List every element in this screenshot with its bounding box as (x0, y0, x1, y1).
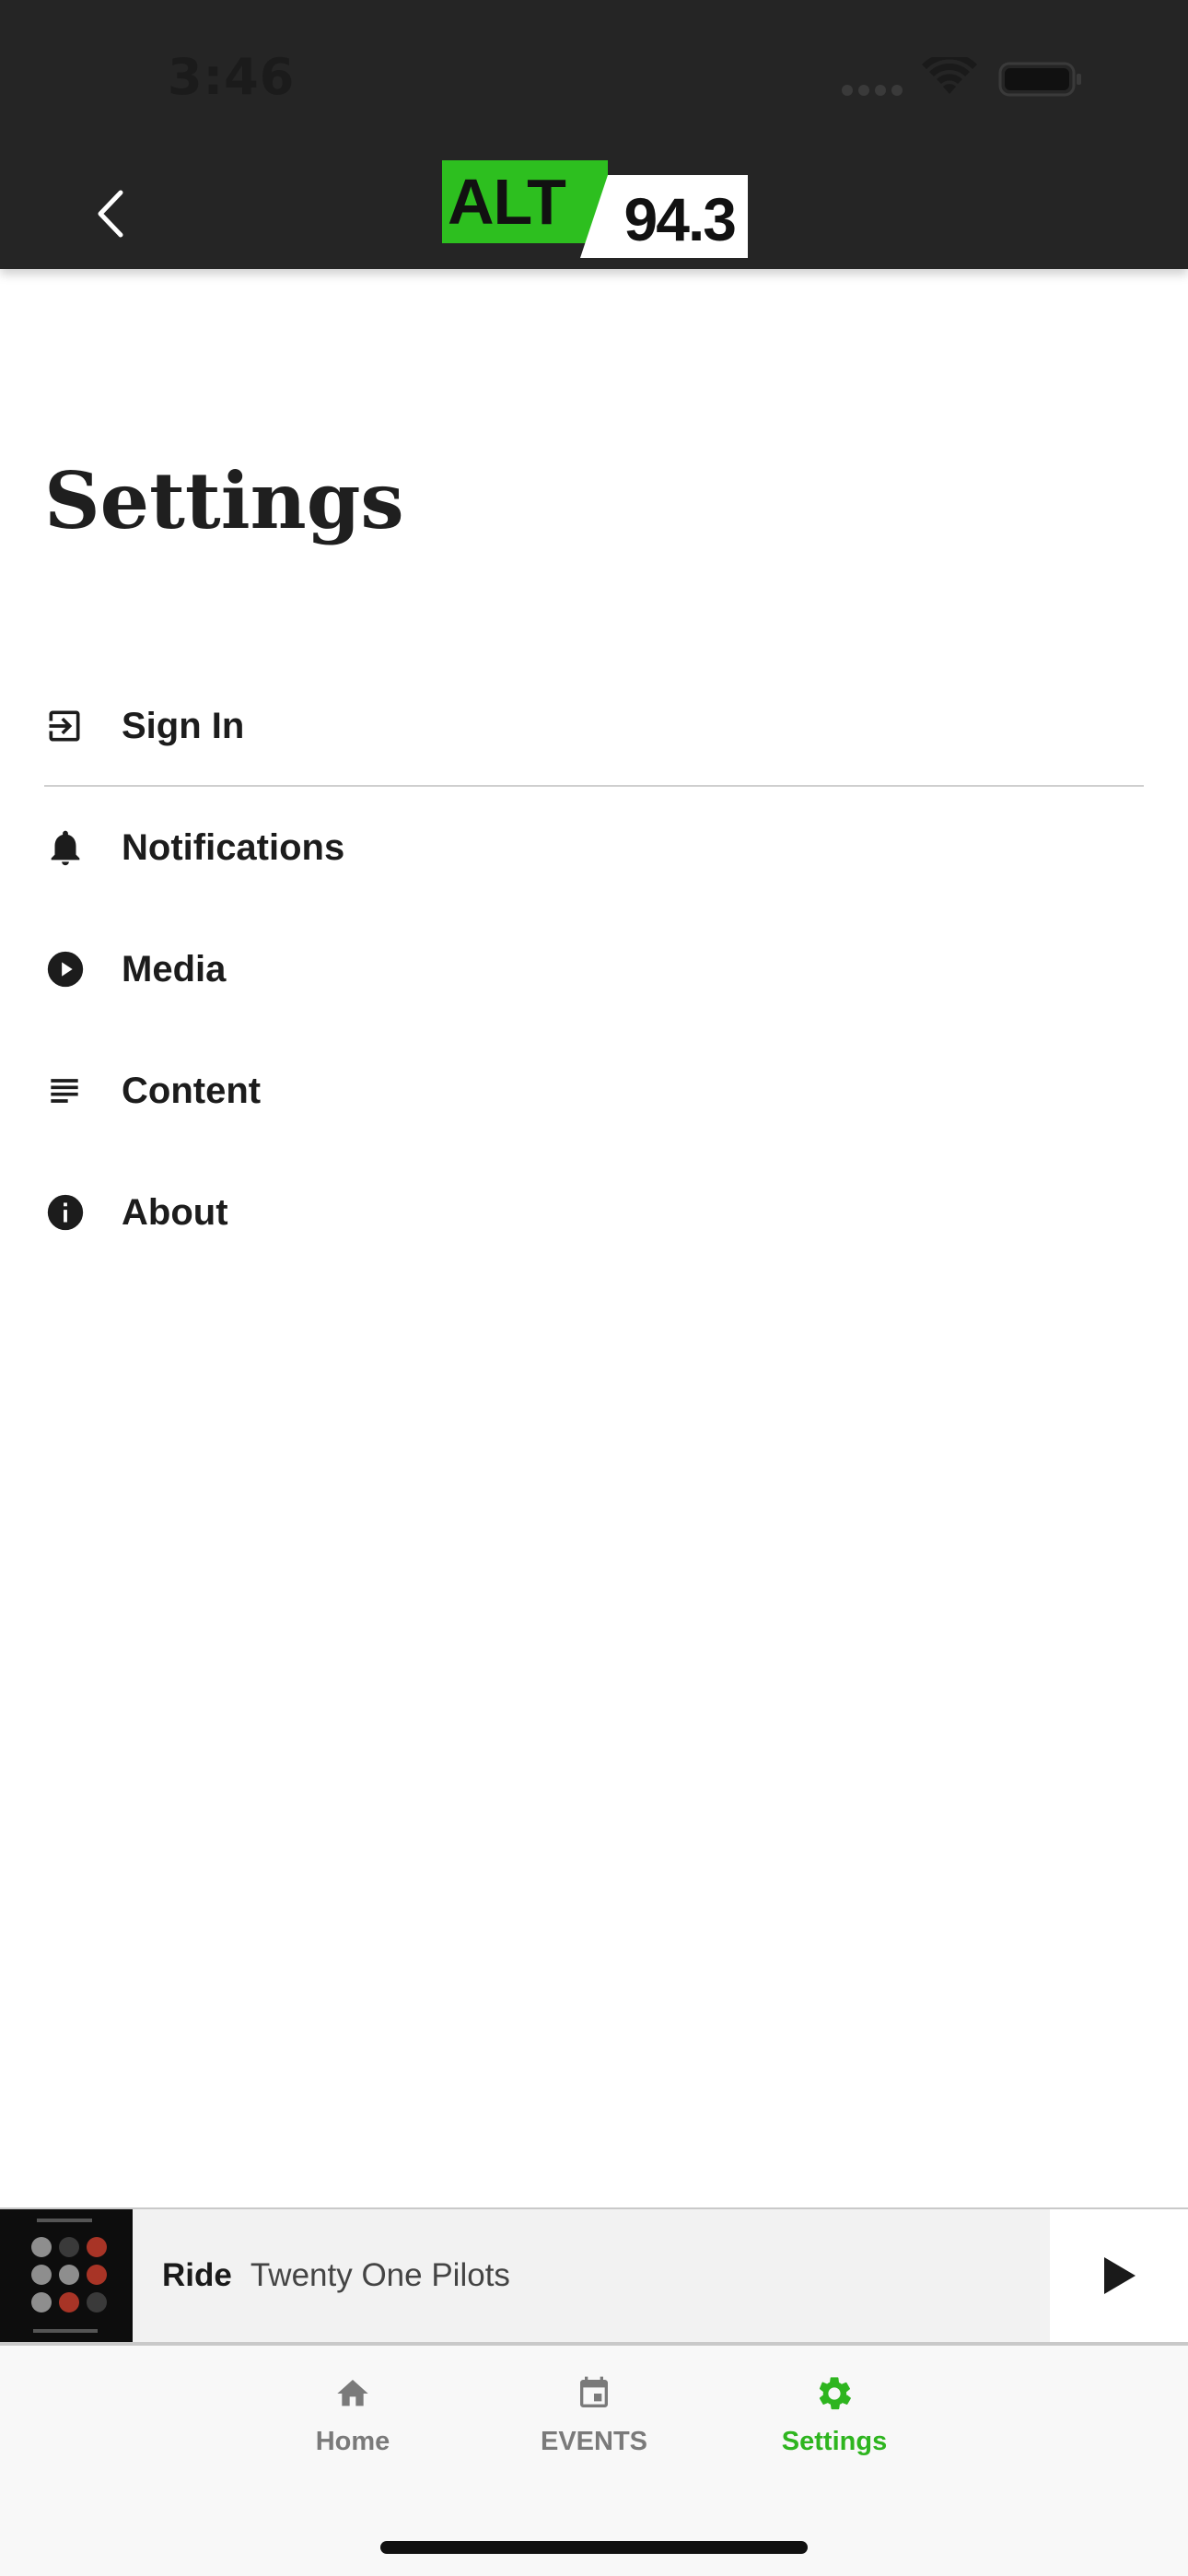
list-lines-icon (44, 1063, 99, 1118)
gear-icon (814, 2373, 855, 2414)
play-button[interactable] (1050, 2209, 1188, 2342)
cellular-signal-icon (842, 85, 903, 96)
settings-item-notifications[interactable]: Notifications (44, 787, 1144, 908)
calendar-icon (574, 2373, 614, 2414)
album-art (0, 2209, 133, 2342)
logo-frequency-text: 94.3 (580, 175, 748, 258)
chevron-left-icon (98, 190, 123, 238)
settings-item-content[interactable]: Content (44, 1030, 1144, 1152)
station-logo: ALT 94.3 (442, 158, 748, 258)
sign-in-icon (44, 698, 99, 754)
settings-item-label: About (122, 1191, 228, 1233)
settings-item-label: Notifications (122, 826, 345, 868)
settings-item-label: Content (122, 1070, 262, 1111)
wifi-icon (922, 57, 977, 94)
page-title: Settings (44, 455, 404, 546)
tab-settings[interactable]: Settings (742, 2373, 926, 2475)
settings-item-label: Media (122, 948, 227, 989)
settings-item-sign-in[interactable]: Sign In (44, 665, 1144, 787)
top-bar: 3:46 ALT 94.3 (0, 0, 1188, 269)
settings-item-media[interactable]: Media (44, 908, 1144, 1030)
tab-label: Settings (781, 2427, 888, 2456)
home-icon (332, 2373, 373, 2414)
battery-icon (998, 62, 1081, 97)
settings-item-about[interactable]: About (44, 1152, 1144, 1273)
track-info: Ride Twenty One Pilots (162, 2209, 510, 2342)
play-circle-icon (44, 942, 99, 997)
bell-icon (44, 820, 99, 875)
settings-list: Sign In Notifications Media Content Abou… (44, 665, 1144, 1273)
settings-item-label: Sign In (122, 705, 245, 746)
tab-label: Home (315, 2427, 390, 2456)
tab-home[interactable]: Home (261, 2373, 445, 2475)
home-indicator (380, 2541, 808, 2554)
tab-events[interactable]: EVENTS (502, 2373, 686, 2475)
info-icon (44, 1185, 99, 1240)
logo-alt-text: ALT (442, 160, 608, 243)
back-button[interactable] (74, 177, 147, 251)
mini-player[interactable]: Ride Twenty One Pilots (0, 2207, 1188, 2346)
track-artist: Twenty One Pilots (250, 2257, 510, 2293)
tab-label: EVENTS (540, 2427, 648, 2456)
status-time: 3:46 (168, 48, 296, 106)
track-title: Ride (162, 2257, 232, 2293)
play-icon (1104, 2257, 1136, 2294)
